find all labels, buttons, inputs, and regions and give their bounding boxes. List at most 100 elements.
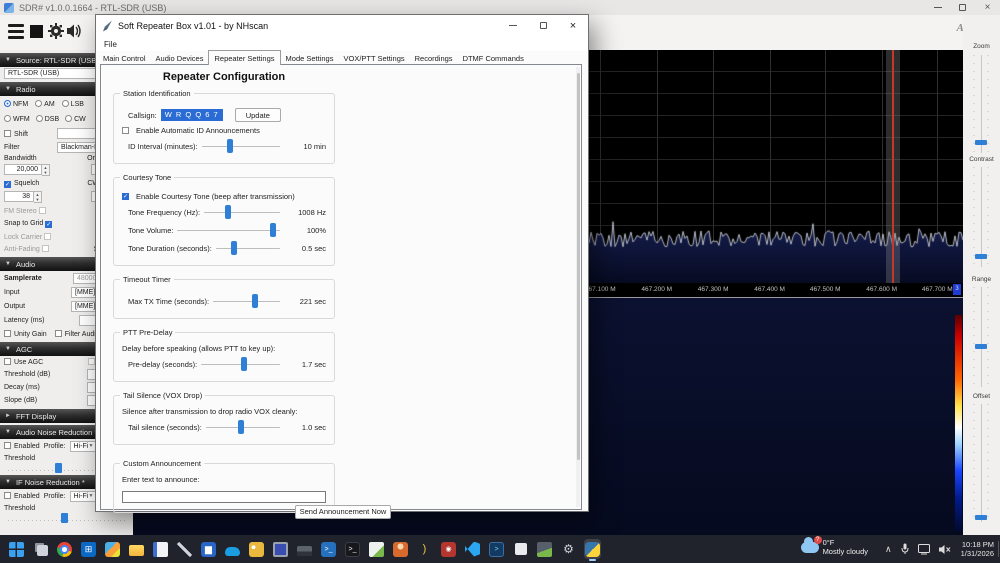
scanner-button[interactable]	[296, 539, 313, 559]
fm-stereo-checkbox[interactable]: FM Stereo	[4, 207, 49, 215]
slider-thumb[interactable]	[241, 357, 247, 371]
slider-thumb[interactable]	[225, 205, 231, 219]
send-announcement-button[interactable]: Send Announcement Now	[295, 505, 391, 519]
file-menu[interactable]: File	[104, 40, 117, 49]
vscode-button[interactable]	[464, 539, 481, 559]
contrast-slider[interactable]	[973, 167, 989, 267]
dialog-maximize-button[interactable]	[528, 15, 558, 36]
inr-profile-select[interactable]: Hi-Fi▼	[70, 491, 98, 502]
tone-frequency-slider[interactable]	[204, 205, 280, 219]
device-monitor-button[interactable]	[272, 539, 289, 559]
max-tx-slider[interactable]	[213, 294, 280, 308]
volume-icon[interactable]	[66, 23, 83, 39]
checkbox-checked-icon[interactable]: ✓	[122, 193, 129, 200]
bandwidth-spinner[interactable]: 20,000▲▼	[4, 164, 50, 176]
terminal-button[interactable]: >_	[344, 539, 361, 559]
paint-app-button[interactable]	[248, 539, 265, 559]
mode-radio-wfm[interactable]: WFM	[4, 115, 30, 123]
tone-volume-slider[interactable]	[177, 223, 280, 237]
slider-thumb[interactable]	[55, 463, 62, 473]
slider-thumb[interactable]	[975, 254, 987, 259]
offset-slider[interactable]	[973, 404, 989, 522]
tone-duration-slider[interactable]	[216, 241, 280, 255]
screen-cast-icon[interactable]	[918, 544, 930, 555]
zoom-slider[interactable]	[973, 55, 989, 153]
menu-button[interactable]	[8, 24, 24, 42]
snap-to-grid-checkbox[interactable]: Snap to Grid ✓	[4, 220, 55, 228]
update-button[interactable]: Update	[235, 108, 281, 122]
ms-store-button[interactable]: ⊞	[80, 539, 97, 559]
tab-repeater-settings[interactable]: Repeater Settings	[208, 50, 280, 65]
weather-widget[interactable]: 0°FMostly cloudy	[801, 538, 868, 556]
mode-radio-cw[interactable]: CW	[65, 115, 86, 123]
lock-carrier-checkbox[interactable]: Lock Carrier	[4, 233, 54, 241]
dialog-close-button[interactable]: ×	[558, 15, 588, 36]
range-slider[interactable]	[973, 287, 989, 387]
predelay-slider[interactable]	[201, 357, 280, 371]
dialog-scrollbar[interactable]	[576, 67, 580, 507]
mode-radio-am[interactable]: AM	[35, 100, 55, 108]
zoom-level-badge: 3	[953, 284, 961, 295]
slider-thumb[interactable]	[270, 223, 276, 237]
minimize-button[interactable]	[925, 0, 950, 15]
clock[interactable]: 10:18 PM 1/31/2026	[961, 540, 994, 558]
anr-profile-select[interactable]: Hi-Fi▼	[70, 441, 98, 452]
microphone-icon[interactable]	[901, 543, 909, 555]
slider-thumb[interactable]	[61, 513, 68, 523]
crescent-app-button[interactable]: )	[416, 539, 433, 559]
slider-thumb[interactable]	[231, 241, 237, 255]
dialog-minimize-button[interactable]	[498, 15, 528, 36]
slider-thumb[interactable]	[238, 420, 244, 434]
chrome-button[interactable]	[56, 539, 73, 559]
id-interval-slider[interactable]	[202, 139, 280, 153]
settings-gear-icon[interactable]	[48, 23, 64, 39]
filter-audio-checkbox[interactable]: Filter Audio	[55, 330, 100, 338]
collapse-triangle-icon: ▼	[5, 57, 11, 63]
tail-silence-slider[interactable]	[206, 420, 280, 434]
max-tx-label: Max TX Time (seconds):	[128, 297, 209, 306]
pencil-tool-button[interactable]	[176, 539, 193, 559]
notepad-plus-button[interactable]	[368, 539, 385, 559]
python-app-button[interactable]	[584, 539, 601, 559]
slider-thumb[interactable]	[252, 294, 258, 308]
slider-thumb[interactable]	[227, 139, 233, 153]
red-app-button[interactable]: ◉	[440, 539, 457, 559]
movies-tv-button[interactable]: ▆	[200, 539, 217, 559]
volume-muted-icon[interactable]	[939, 544, 952, 555]
callsign-input[interactable]: W R Q Q 6 7	[161, 109, 223, 121]
slider-thumb[interactable]	[975, 515, 987, 520]
dev-console-button[interactable]: >	[488, 539, 505, 559]
shift-checkbox[interactable]: Shift	[4, 130, 28, 138]
tray-chevron-up-icon[interactable]: ∧	[885, 544, 892, 555]
task-view-button[interactable]	[32, 539, 49, 559]
settings-button[interactable]: ⚙	[560, 539, 577, 559]
checkbox-icon[interactable]	[122, 127, 129, 134]
file-explorer-button[interactable]	[128, 539, 145, 559]
slider-thumb[interactable]	[975, 344, 987, 349]
scrollbar-thumb[interactable]	[577, 73, 580, 460]
squelch-checkbox[interactable]: ✓Squelch	[4, 180, 39, 188]
mode-radio-dsb[interactable]: DSB	[36, 115, 59, 123]
mode-radio-lsb[interactable]: LSB	[62, 100, 84, 108]
anr-enabled-checkbox[interactable]: Enabled	[4, 442, 40, 450]
mode-radio-nfm[interactable]: NFM	[4, 100, 28, 108]
gallery-app-button[interactable]	[536, 539, 553, 559]
dialog-titlebar[interactable]: Soft Repeater Box v1.01 - by NHscan ×	[96, 15, 588, 37]
use-agc-checkbox[interactable]: Use AGC	[4, 358, 43, 366]
window-app-button[interactable]	[512, 539, 529, 559]
squelch-spinner[interactable]: 38▲▼	[4, 191, 42, 203]
slider-thumb[interactable]	[975, 140, 987, 145]
powershell-button[interactable]: >_	[320, 539, 337, 559]
onedrive-button[interactable]	[224, 539, 241, 559]
maximize-button[interactable]	[950, 0, 975, 15]
anti-fading-checkbox[interactable]: Anti-Fading	[4, 245, 52, 253]
photos-button[interactable]	[104, 539, 121, 559]
inr-enabled-checkbox[interactable]: Enabled	[4, 492, 40, 500]
sdr-titlebar[interactable]: SDR# v1.0.0.1664 - RTL-SDR (USB) ×	[0, 0, 1000, 15]
close-button[interactable]: ×	[975, 0, 1000, 15]
stop-button[interactable]	[30, 25, 43, 38]
unity-gain-checkbox[interactable]: Unity Gain	[4, 330, 47, 338]
notes-app-button[interactable]	[152, 539, 169, 559]
builder-3d-button[interactable]	[392, 539, 409, 559]
start-button[interactable]	[8, 539, 25, 559]
